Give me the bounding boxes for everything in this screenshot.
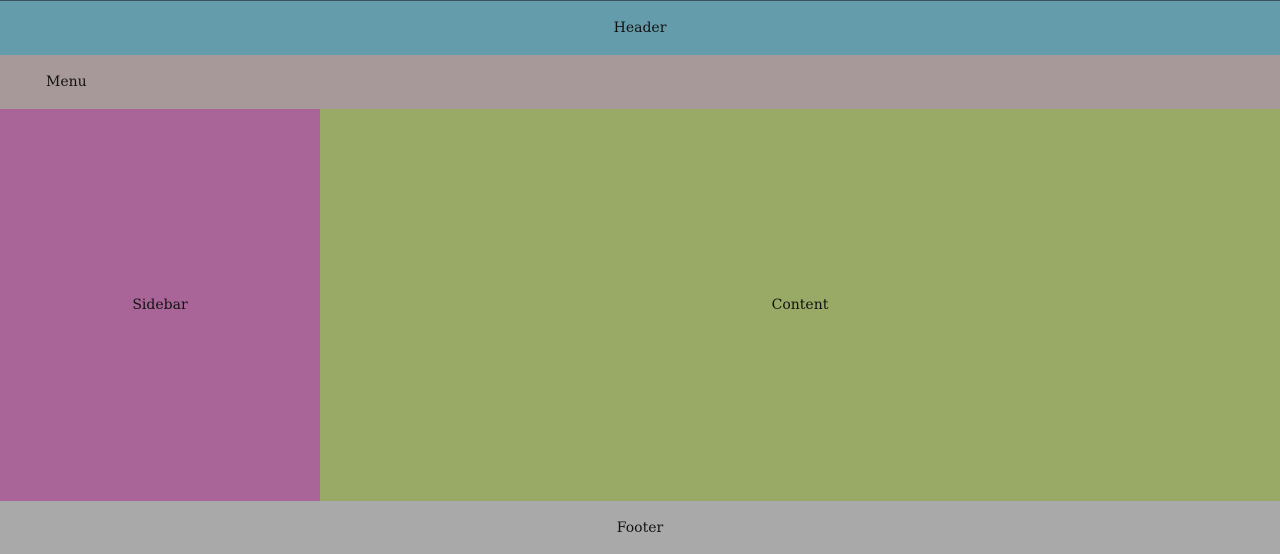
menu-bar[interactable]: Menu bbox=[0, 55, 1280, 109]
menu-label[interactable]: Menu bbox=[46, 75, 87, 89]
footer-label: Footer bbox=[616, 519, 664, 536]
sidebar-label: Sidebar bbox=[132, 297, 188, 313]
header-region: Header bbox=[0, 0, 1280, 55]
page-layout: Header Menu Sidebar Content Footer bbox=[0, 0, 1280, 554]
content-region: Content bbox=[320, 109, 1280, 501]
footer-region: Footer bbox=[0, 501, 1280, 554]
sidebar-region: Sidebar bbox=[0, 109, 320, 501]
content-label: Content bbox=[771, 297, 829, 313]
header-label: Header bbox=[613, 20, 667, 36]
